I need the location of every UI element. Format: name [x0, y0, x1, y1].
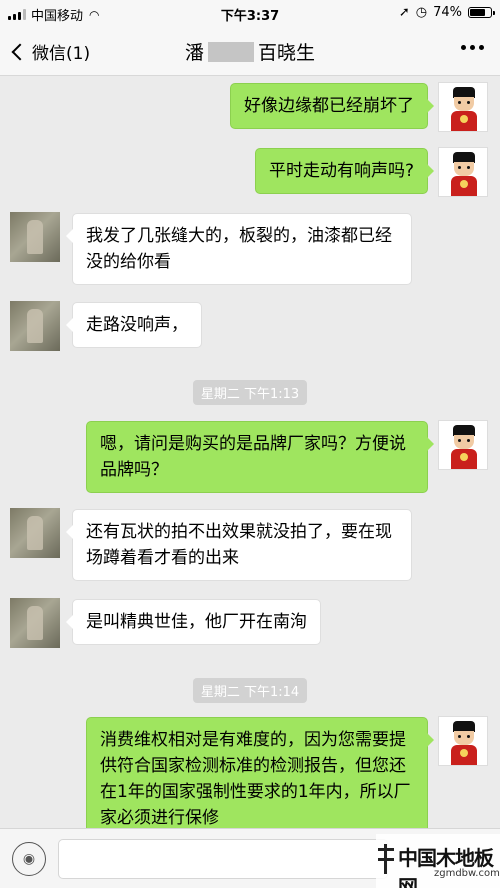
watermark-logo-icon [376, 844, 396, 874]
watermark: 中国木地板网 zgmdbw.com [376, 834, 500, 888]
my-avatar[interactable] [438, 82, 488, 132]
timestamp: 星期二 下午1:13 [0, 380, 500, 405]
chat-title-suffix: 百晓生 [258, 42, 316, 64]
nav-bar: 微信(1) 潘百晓生 [0, 26, 500, 76]
location-icon: ➚ [398, 5, 410, 20]
battery-icon [468, 7, 495, 18]
more-options-icon[interactable] [461, 45, 484, 50]
message-bubble[interactable]: 好像边缘都已经崩坏了 [230, 83, 434, 129]
alarm-icon: ◷ [415, 5, 428, 20]
redacted-name [208, 42, 254, 62]
my-avatar[interactable] [438, 716, 488, 766]
message-input[interactable] [58, 839, 388, 879]
contact-avatar[interactable] [10, 212, 60, 262]
chat-title-prefix: 潘 [184, 42, 204, 64]
message-bubble[interactable]: 平时走动有响声吗? [254, 148, 435, 194]
status-right: ➚ ◷ 74% [398, 5, 495, 20]
battery-percent: 74% [433, 5, 462, 20]
message-bubble[interactable]: 还有瓦状的拍不出效果就没拍了，要在现场蹲着看才看的出来 [66, 509, 412, 581]
my-avatar[interactable] [438, 147, 488, 197]
message-bubble[interactable]: 消费维权相对是有难度的，因为您需要提供符合国家检测标准的检测报告，但您还在1年的… [86, 717, 434, 841]
voice-input-icon[interactable]: ◉ [12, 842, 46, 876]
message-bubble[interactable]: 嗯，请问是购买的是品牌厂家吗？方便说品牌吗？ [86, 421, 434, 493]
contact-avatar[interactable] [10, 598, 60, 648]
status-bar: 中国移动 ◠ 下午3:37 ➚ ◷ 74% [0, 0, 500, 26]
timestamp-label: 星期二 下午1:14 [192, 678, 308, 703]
timestamp-label: 星期二 下午1:13 [192, 380, 308, 405]
chat-title: 潘 百晓生 [0, 38, 500, 65]
watermark-url: zgmdbw.com [434, 868, 500, 879]
contact-avatar[interactable] [10, 508, 60, 558]
timestamp: 星期二 下午1:14 [0, 678, 500, 703]
message-bubble[interactable]: 我发了几张缝大的，板裂的，油漆都已经没的给你看 [66, 213, 412, 285]
watermark-name: 中国木地板网 [398, 846, 494, 888]
message-bubble[interactable]: 是叫精典世佳，他厂开在南洵 [66, 599, 321, 645]
my-avatar[interactable] [438, 420, 488, 470]
message-bubble[interactable]: 走路没响声， [66, 302, 202, 348]
battery-fill [470, 9, 485, 16]
contact-avatar[interactable] [10, 301, 60, 351]
